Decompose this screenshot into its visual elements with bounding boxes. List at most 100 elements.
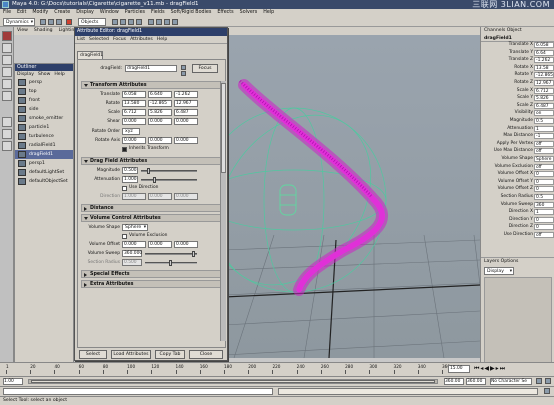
rotate-tool-icon[interactable] xyxy=(2,67,12,77)
channel-row[interactable]: Visibility on xyxy=(481,110,554,117)
channel-value[interactable]: 0 xyxy=(534,171,554,178)
volume-exclusion-checkbox[interactable] xyxy=(122,234,127,239)
snap-view-icon[interactable] xyxy=(136,19,142,25)
open-scene-icon[interactable] xyxy=(48,19,54,25)
section-transform[interactable]: Transform Attributes xyxy=(81,81,222,89)
lasso-tool-icon[interactable] xyxy=(2,43,12,53)
channel-row[interactable]: Volume Offset Z0 xyxy=(481,186,554,193)
channel-value[interactable]: 0.5 xyxy=(534,194,554,200)
channel-value[interactable]: 12.967 xyxy=(534,80,554,86)
channel-row[interactable]: Volume Sweep 360 xyxy=(481,201,554,209)
channel-value[interactable]: off xyxy=(534,232,554,238)
shear-z-field[interactable]: 0.000 xyxy=(174,118,198,125)
channel-row[interactable]: Use Max Distance off xyxy=(481,148,554,155)
channel-row[interactable]: Scale Y 5.826 xyxy=(481,95,554,102)
channel-value[interactable]: 13.58 xyxy=(534,64,554,71)
slider-knob[interactable] xyxy=(169,260,172,266)
rotate-axis-x-field[interactable]: 0.000 xyxy=(122,137,146,144)
menu-edit[interactable]: Edit xyxy=(14,9,29,17)
volume-offset-y-field[interactable]: 0.000 xyxy=(148,241,172,248)
viewport-menu-shading[interactable]: Shading xyxy=(31,27,56,35)
scale-y-field[interactable]: 5.826 xyxy=(148,109,172,116)
range-bar-handle[interactable] xyxy=(31,380,435,383)
outliner-item[interactable]: persp1 xyxy=(15,159,73,168)
channel-value[interactable]: Sphere xyxy=(534,156,554,162)
channel-box-node[interactable]: dragField1 xyxy=(481,35,554,42)
outliner-menu-help[interactable]: Help xyxy=(52,71,66,78)
outliner-menu-show[interactable]: Show xyxy=(36,71,52,78)
menu-help[interactable]: Help xyxy=(260,9,277,17)
script-editor-icon[interactable] xyxy=(544,388,550,394)
channel-row[interactable]: Volume Exclusion off xyxy=(481,163,554,171)
channel-value[interactable]: 0 xyxy=(534,224,554,231)
section-drag-field[interactable]: Drag Field Attributes xyxy=(81,157,222,165)
section-volume-control[interactable]: Volume Control Attributes xyxy=(81,214,222,222)
ipr-render-icon[interactable] xyxy=(164,19,170,25)
channel-value[interactable]: -1.262 xyxy=(534,57,554,64)
menu-display[interactable]: Display xyxy=(73,9,97,17)
new-scene-icon[interactable] xyxy=(40,19,46,25)
focus-button[interactable]: Focus xyxy=(192,64,218,73)
channel-row[interactable]: Section Radius 0.5 xyxy=(481,194,554,201)
channel-row[interactable]: Translate Z -1.262 xyxy=(481,57,554,64)
ae-menu-list[interactable]: List xyxy=(75,36,87,43)
channel-row[interactable]: Max Distance -1 xyxy=(481,133,554,140)
tab-dragfield1[interactable]: dragField1 xyxy=(77,51,103,59)
channel-row[interactable]: Volume Offset X0 xyxy=(481,171,554,178)
character-set-dropdown[interactable]: No Character Se xyxy=(490,378,532,385)
volume-offset-z-field[interactable]: 0.000 xyxy=(174,241,198,248)
channel-value[interactable]: off xyxy=(534,163,554,170)
playback-end-field[interactable]: 360.00 xyxy=(466,378,486,385)
channel-value[interactable]: 6.712 xyxy=(534,87,554,94)
layout-four-icon[interactable] xyxy=(2,129,12,139)
scrollbar-thumb[interactable] xyxy=(221,83,226,173)
snap-point-icon[interactable] xyxy=(128,19,134,25)
section-extra-attributes[interactable]: Extra Attributes xyxy=(81,280,222,288)
manipulator-tool-icon[interactable] xyxy=(2,91,12,101)
shear-y-field[interactable]: 0.000 xyxy=(148,118,172,125)
channel-row[interactable]: Direction Z0 xyxy=(481,224,554,231)
channel-value[interactable]: off xyxy=(534,148,554,155)
rotate-order-dropdown[interactable]: xyz xyxy=(122,128,140,135)
channel-row[interactable]: Translate X 6.058 xyxy=(481,42,554,49)
channel-row[interactable]: Apply Per Vertex off xyxy=(481,140,554,148)
time-slider[interactable]: 1 20 40 60 80 100 120 140 160 180 200 220 240 260 280 3… xyxy=(0,362,554,376)
direction-y-field[interactable]: 0.000 xyxy=(148,193,172,200)
command-input[interactable] xyxy=(3,388,273,395)
translate-y-field[interactable]: 6.640 xyxy=(148,91,172,98)
scale-x-field[interactable]: 6.712 xyxy=(122,109,146,116)
channel-row[interactable]: Rotate X 13.58 xyxy=(481,64,554,72)
rotate-z-field[interactable]: 12.967 xyxy=(174,100,198,107)
channel-row[interactable]: Volume Offset Y0 xyxy=(481,178,554,186)
render-globals-icon[interactable] xyxy=(172,19,178,25)
outliner-item[interactable]: turbulence xyxy=(15,132,73,141)
preferences-icon[interactable] xyxy=(545,378,551,384)
outliner-item[interactable]: side xyxy=(15,105,73,114)
translate-x-field[interactable]: 6.058 xyxy=(122,91,146,98)
channel-value[interactable]: -12.865 xyxy=(534,72,554,79)
channel-value[interactable]: off xyxy=(534,140,554,147)
channel-value[interactable]: 1 xyxy=(534,209,554,216)
outliner-item[interactable]: defaultObjectSet xyxy=(15,177,73,186)
snap-curve-icon[interactable] xyxy=(120,19,126,25)
channel-row[interactable]: Rotate Z 12.967 xyxy=(481,80,554,87)
layer-mode-dropdown[interactable]: Display ▾ xyxy=(484,267,514,275)
menu-modify[interactable]: Modify xyxy=(29,9,51,17)
select-tool-icon[interactable] xyxy=(2,31,12,41)
save-scene-icon[interactable] xyxy=(56,19,62,25)
go-to-end-icon[interactable]: ⏭ xyxy=(500,365,506,372)
snap-grid-icon[interactable] xyxy=(112,19,118,25)
layout-outliner-icon[interactable] xyxy=(2,141,12,151)
channel-value[interactable]: 6.058 xyxy=(534,42,554,48)
outliner-item[interactable]: dragField1 xyxy=(15,150,73,159)
menu-soft-rigid[interactable]: Soft/Rigid Bodies xyxy=(168,9,215,17)
channel-row[interactable]: Volume Shape Sphere xyxy=(481,156,554,163)
channel-value[interactable]: 5.826 xyxy=(534,95,554,102)
node-name-field[interactable]: dragField1 xyxy=(125,65,177,72)
output-connection-icon[interactable] xyxy=(181,71,186,76)
channel-value[interactable]: 360 xyxy=(534,201,554,208)
channel-row[interactable]: Use Direction off xyxy=(481,232,554,239)
end-time-field[interactable]: 360.00 xyxy=(444,378,464,385)
translate-z-field[interactable]: -1.262 xyxy=(174,91,198,98)
slider-knob[interactable] xyxy=(147,168,150,174)
